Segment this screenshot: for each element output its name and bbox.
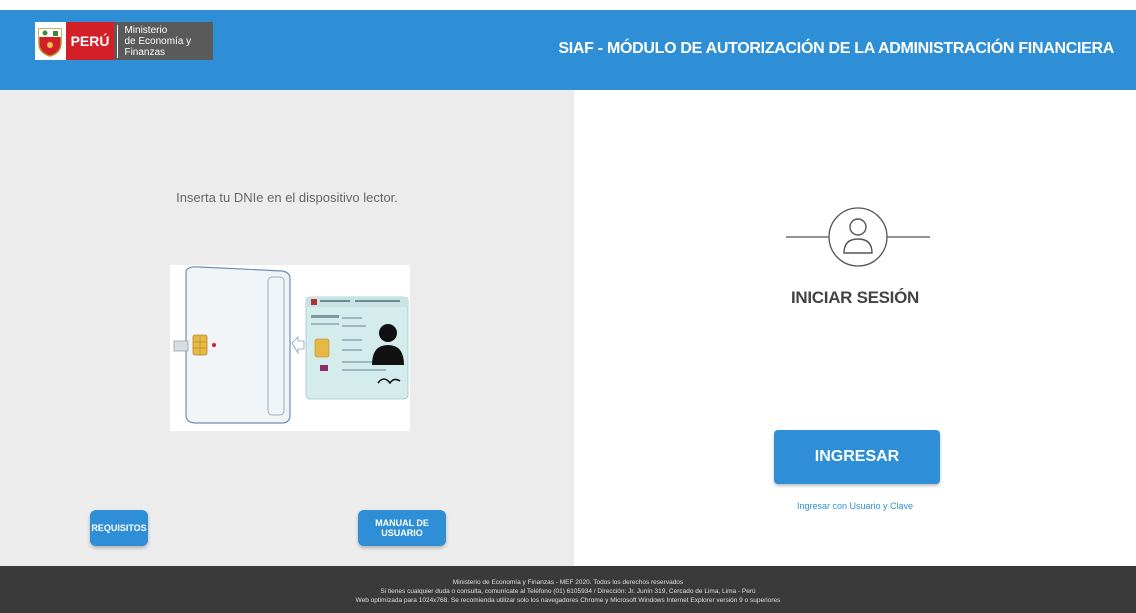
dnie-instruction: Inserta tu DNIe en el dispositivo lector… bbox=[176, 190, 398, 205]
header-bar: PERÚ Ministerio de Economía y Finanzas S… bbox=[0, 0, 1136, 90]
footer-browser-note: Web optimizada para 1024x768. Se recomie… bbox=[355, 597, 781, 604]
logo-ministry-text: Ministerio de Economía y Finanzas bbox=[117, 24, 213, 58]
login-panel: INICIAR SESIÓN INGRESAR Ingresar con Usu… bbox=[574, 90, 1136, 566]
user-icon bbox=[786, 207, 930, 267]
manual-usuario-button[interactable]: MANUAL DE USUARIO bbox=[358, 510, 446, 546]
logo-ministry-line2: de Economía y Finanzas bbox=[124, 35, 192, 58]
requisitos-button[interactable]: REQUISITOS bbox=[90, 510, 148, 546]
dnie-reader-illustration bbox=[170, 265, 410, 431]
user-password-login-link[interactable]: Ingresar con Usuario y Clave bbox=[574, 501, 1136, 511]
footer-contact: Si tienes cualquier duda o consulta, com… bbox=[380, 588, 756, 595]
coat-of-arms-icon bbox=[35, 22, 66, 60]
footer-copyright: Ministerio de Economía y Finanzas - MEF … bbox=[452, 579, 684, 586]
logo-ministry-line1: Ministerio bbox=[124, 24, 168, 36]
ingresar-button[interactable]: INGRESAR bbox=[774, 430, 940, 484]
login-title: INICIAR SESIÓN bbox=[790, 288, 920, 307]
page-title: SIAF - MÓDULO DE AUTORIZACIÓN DE LA ADMI… bbox=[558, 40, 1114, 57]
mef-logo[interactable]: PERÚ Ministerio de Economía y Finanzas bbox=[35, 22, 213, 60]
dnie-panel: Inserta tu DNIe en el dispositivo lector… bbox=[0, 90, 574, 566]
logo-peru-text: PERÚ bbox=[65, 22, 115, 60]
footer: Ministerio de Economía y Finanzas - MEF … bbox=[0, 566, 1136, 613]
